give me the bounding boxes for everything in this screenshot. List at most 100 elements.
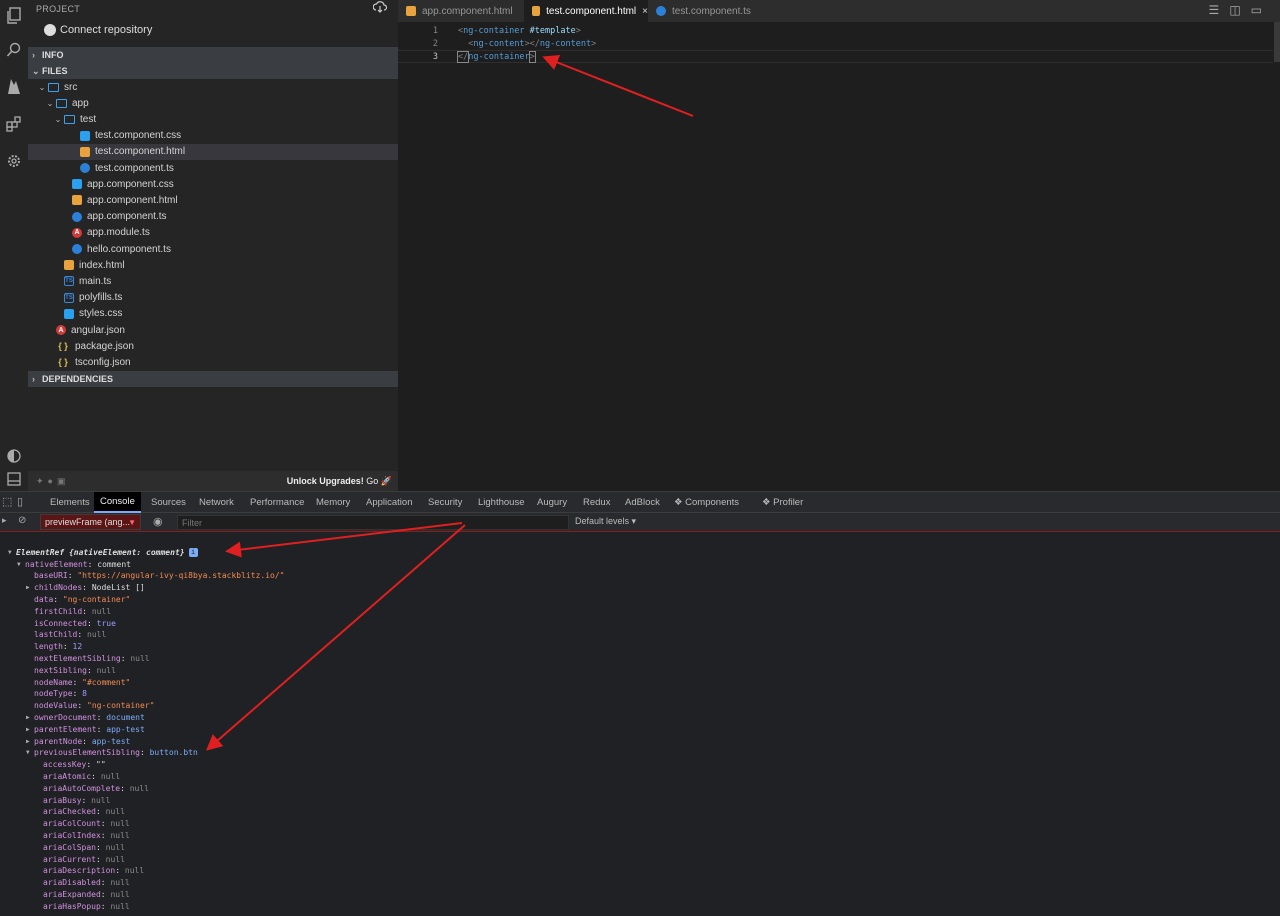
console-property-row: nodeName: "#comment" bbox=[26, 676, 130, 688]
tree-item[interactable]: { } package.json bbox=[28, 338, 398, 354]
console-property-row[interactable]: ▶ ownerDocument: document bbox=[26, 711, 145, 723]
sidebar-toggle-icon[interactable]: ▸ bbox=[2, 515, 7, 526]
expand-closed-icon[interactable]: ▶ bbox=[26, 584, 34, 591]
default-levels-dropdown[interactable]: Default levels ▾ bbox=[575, 516, 636, 527]
clear-console-icon[interactable]: ⊘ bbox=[18, 515, 26, 526]
devtools-tab[interactable]: ❖ Profiler bbox=[756, 492, 809, 513]
connect-repository-button[interactable]: Connect repository bbox=[44, 24, 152, 36]
menu-icon[interactable]: ☰ bbox=[1209, 3, 1230, 17]
devtools-tab[interactable]: Elements bbox=[44, 492, 96, 513]
social-links[interactable]: ✦●▣ bbox=[36, 476, 70, 487]
expand-open-icon: ▼ bbox=[8, 548, 12, 556]
devtools-tab[interactable]: Sources bbox=[145, 492, 192, 513]
inspect-icon[interactable]: ⬚ bbox=[2, 495, 12, 508]
split-editor-icon[interactable]: ◫ bbox=[1229, 3, 1250, 17]
console-property-row[interactable]: ▼ nativeElement: comment bbox=[17, 558, 131, 570]
discord-icon[interactable]: ▣ bbox=[57, 476, 70, 486]
chevron-down-icon[interactable]: ⌄ bbox=[52, 115, 64, 124]
section-info[interactable]: › INFO bbox=[28, 47, 398, 63]
expand-open-icon[interactable]: ▼ bbox=[26, 749, 34, 756]
property-key: baseURI bbox=[34, 571, 68, 581]
search-icon[interactable] bbox=[0, 36, 28, 64]
context-select[interactable]: previewFrame (ang... ▼ bbox=[40, 514, 141, 530]
tree-item-label: app bbox=[72, 97, 89, 109]
expand-open-icon[interactable]: ▼ bbox=[17, 561, 25, 568]
console-property-row[interactable]: ▶ parentElement: app-test bbox=[26, 723, 145, 735]
console-property-row[interactable]: ▶ childNodes: NodeList [] bbox=[26, 582, 145, 594]
firebase-icon[interactable] bbox=[0, 73, 28, 101]
console-property-row: ariaAutoComplete: null bbox=[35, 782, 149, 794]
tree-item[interactable]: ⌄ app bbox=[28, 95, 398, 111]
info-icon[interactable]: i bbox=[188, 547, 198, 557]
context-select-value: previewFrame (ang... bbox=[45, 517, 131, 527]
devtools-tab[interactable]: ❖ Components bbox=[668, 492, 745, 513]
tree-item[interactable]: test.component.ts bbox=[28, 160, 398, 176]
console-property-row: nextSibling: null bbox=[26, 664, 116, 676]
console-property-row[interactable]: ▼ previousElementSibling: button.btn bbox=[26, 747, 198, 759]
tree-item[interactable]: Aapp.module.ts bbox=[28, 225, 398, 241]
devtools-tab[interactable]: Console bbox=[94, 492, 141, 513]
devtools-tab[interactable]: Lighthouse bbox=[472, 492, 530, 513]
section-dependencies[interactable]: › DEPENDENCIES bbox=[28, 371, 398, 387]
cloud-download-icon[interactable] bbox=[372, 1, 388, 15]
property-separator: : bbox=[100, 830, 111, 840]
tree-item[interactable]: app.component.css bbox=[28, 176, 398, 192]
layout-icon[interactable]: ▭ bbox=[1251, 3, 1272, 17]
tab-test-component-ts[interactable]: test.component.ts bbox=[648, 0, 760, 22]
panel-icon[interactable] bbox=[0, 465, 28, 493]
code-line-current: 3 </ng-container> bbox=[398, 50, 1273, 63]
devtools-tab[interactable]: Application bbox=[360, 492, 418, 513]
property-key: ariaHasPopup bbox=[43, 901, 101, 911]
tree-item[interactable]: TS main.ts bbox=[28, 273, 398, 289]
twitter-icon[interactable]: ✦ bbox=[36, 476, 48, 486]
console-header-row[interactable]: ▼ ElementRef {nativeElement: comment} i bbox=[8, 546, 198, 558]
devtools-tab[interactable]: AdBlock bbox=[619, 492, 666, 513]
tab-test-component-html[interactable]: test.component.html × bbox=[524, 0, 648, 22]
property-value: null bbox=[110, 878, 130, 888]
expand-closed-icon[interactable]: ▶ bbox=[26, 726, 34, 733]
unlock-upgrades-link[interactable]: Unlock Upgrades! Go 🚀 bbox=[287, 476, 392, 487]
console-property-row: nodeValue: "ng-container" bbox=[26, 700, 154, 712]
tree-item[interactable]: { } tsconfig.json bbox=[28, 354, 398, 370]
tree-item[interactable]: styles.css bbox=[28, 306, 398, 322]
files-icon[interactable] bbox=[0, 2, 28, 30]
github-small-icon[interactable]: ● bbox=[48, 476, 57, 486]
expand-closed-icon[interactable]: ▶ bbox=[26, 738, 34, 745]
devtools-tab[interactable]: Augury bbox=[531, 492, 573, 513]
filter-input[interactable]: Filter bbox=[177, 515, 569, 530]
file-explorer: PROJECT Connect repository › INFO ⌄ FILE… bbox=[28, 0, 398, 491]
device-toggle-icon[interactable]: ▯ bbox=[17, 495, 23, 508]
eye-icon[interactable]: ◉ bbox=[153, 515, 163, 528]
gear-icon[interactable] bbox=[0, 147, 28, 175]
devtools-tab[interactable]: Performance bbox=[244, 492, 310, 513]
tree-item[interactable]: Aangular.json bbox=[28, 322, 398, 338]
tree-item[interactable]: test.component.css bbox=[28, 128, 398, 144]
expand-closed-icon[interactable]: ▶ bbox=[26, 714, 34, 721]
tree-item[interactable]: ⌄ test bbox=[28, 111, 398, 127]
console-property-row[interactable]: ▶ parentNode: app-test bbox=[26, 735, 130, 747]
tree-item[interactable]: ⌄ src bbox=[28, 79, 398, 95]
chevron-down-icon[interactable]: ⌄ bbox=[36, 83, 48, 92]
property-value: app-test bbox=[91, 736, 131, 746]
devtools-tab[interactable]: Memory bbox=[310, 492, 356, 513]
tree-item[interactable]: app.component.ts bbox=[28, 209, 398, 225]
property-value: null bbox=[105, 854, 125, 864]
tree-item-label: package.json bbox=[75, 340, 134, 352]
property-key: ariaCurrent bbox=[43, 854, 96, 864]
devtools-tab[interactable]: Network bbox=[193, 492, 240, 513]
tree-item[interactable]: test.component.html bbox=[28, 143, 398, 160]
chevron-down-icon: ⌄ bbox=[32, 65, 40, 76]
code-editor[interactable]: 1 <ng-container #template> 2 <ng-content… bbox=[398, 22, 1280, 491]
chevron-down-icon[interactable]: ⌄ bbox=[44, 99, 56, 108]
tree-item[interactable]: TS polyfills.ts bbox=[28, 290, 398, 306]
tab-app-component-html[interactable]: app.component.html bbox=[398, 0, 524, 22]
section-files[interactable]: ⌄ FILES bbox=[28, 63, 398, 79]
tree-item[interactable]: app.component.html bbox=[28, 192, 398, 208]
tree-item[interactable]: index.html bbox=[28, 257, 398, 273]
devtools-tab[interactable]: Redux bbox=[577, 492, 616, 513]
devtools-tab[interactable]: Security bbox=[422, 492, 468, 513]
editor-scrollbar[interactable] bbox=[1274, 22, 1280, 62]
extensions-icon[interactable] bbox=[0, 110, 28, 138]
tree-item[interactable]: hello.component.ts bbox=[28, 241, 398, 257]
property-separator: : bbox=[100, 889, 111, 899]
